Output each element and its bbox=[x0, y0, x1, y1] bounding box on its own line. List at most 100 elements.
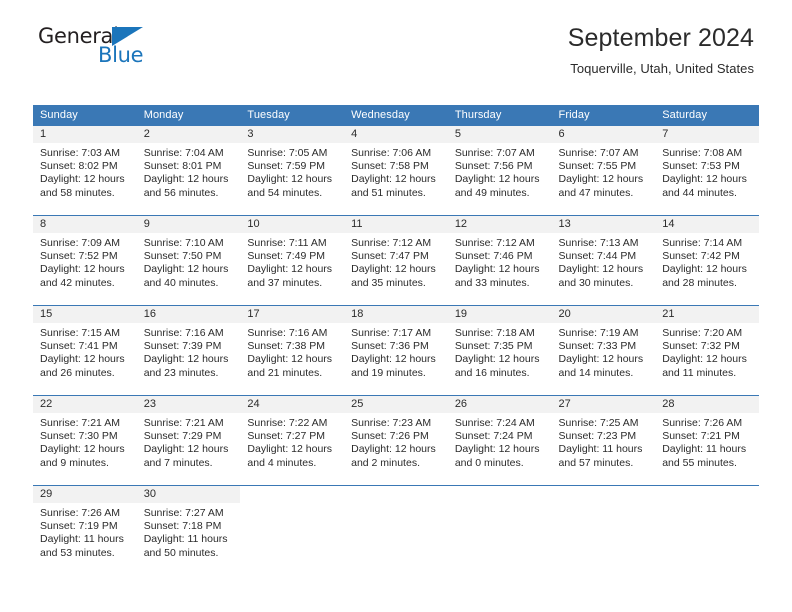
day-cell-inner: 5 Sunrise: 7:07 AM Sunset: 7:56 PM Daylight… bbox=[447, 126, 552, 215]
day-cell-inner bbox=[240, 486, 344, 575]
calendar-day-cell[interactable]: 20 Sunrise: 7:19 AM Sunset: 7:33 PM Dayligh… bbox=[551, 305, 656, 396]
day-number: 5 bbox=[447, 126, 552, 143]
day-cell-inner bbox=[448, 486, 552, 575]
weekday-header-saturday: Saturday bbox=[655, 105, 759, 126]
day-cell-inner: 13 Sunrise: 7:13 AM Sunset: 7:44 PM Dayligh… bbox=[551, 216, 656, 305]
sunset-text: Sunset: 7:53 PM bbox=[662, 160, 740, 173]
calendar-day-cell[interactable]: 22 Sunrise: 7:21 AM Sunset: 7:30 PM Dayligh… bbox=[33, 395, 137, 486]
daylight-text: Daylight: 11 hours and 55 minutes. bbox=[662, 443, 747, 469]
calendar-day-cell[interactable]: 15 Sunrise: 7:15 AM Sunset: 7:41 PM Dayligh… bbox=[33, 305, 137, 396]
calendar-day-cell[interactable]: 7 Sunrise: 7:08 AM Sunset: 7:53 PM Daylight… bbox=[655, 126, 759, 216]
calendar-day-cell[interactable]: 12 Sunrise: 7:12 AM Sunset: 7:46 PM Dayligh… bbox=[447, 215, 552, 306]
sunrise-text: Sunrise: 7:11 AM bbox=[247, 237, 327, 249]
daylight-text: Daylight: 12 hours and 2 minutes. bbox=[351, 443, 436, 469]
sunset-text: Sunset: 7:56 PM bbox=[454, 160, 533, 173]
sunset-text: Sunset: 7:49 PM bbox=[247, 250, 326, 263]
sunset-text: Sunset: 7:18 PM bbox=[143, 520, 222, 533]
sunset-text: Sunset: 7:58 PM bbox=[351, 160, 429, 173]
day-number: 29 bbox=[33, 486, 137, 503]
day-number: 25 bbox=[344, 396, 448, 413]
day-details: Sunrise: 7:21 AM Sunset: 7:29 PM Daylight:… bbox=[137, 413, 241, 470]
day-details bbox=[240, 503, 344, 507]
day-details bbox=[344, 503, 448, 507]
calendar-day-cell[interactable]: 3 Sunrise: 7:05 AM Sunset: 7:59 PM Daylight… bbox=[240, 126, 345, 216]
weekday-header-friday: Friday bbox=[551, 105, 656, 126]
sunset-text: Sunset: 7:55 PM bbox=[558, 160, 637, 173]
day-number: 7 bbox=[655, 126, 759, 143]
calendar-day-cell[interactable]: 13 Sunrise: 7:13 AM Sunset: 7:44 PM Dayligh… bbox=[551, 215, 656, 306]
calendar-day-cell[interactable]: 19 Sunrise: 7:18 AM Sunset: 7:35 PM Dayligh… bbox=[447, 305, 552, 396]
calendar-day-cell[interactable]: 5 Sunrise: 7:07 AM Sunset: 7:56 PM Daylight… bbox=[447, 126, 552, 216]
sunset-text: Sunset: 7:33 PM bbox=[558, 340, 637, 353]
day-details: Sunrise: 7:04 AM Sunset: 8:01 PM Daylight:… bbox=[137, 143, 241, 200]
day-details: Sunrise: 7:06 AM Sunset: 7:58 PM Daylight:… bbox=[344, 143, 448, 200]
sunset-text: Sunset: 7:29 PM bbox=[143, 430, 222, 443]
day-details: Sunrise: 7:05 AM Sunset: 7:59 PM Daylight:… bbox=[240, 143, 344, 200]
day-cell-inner: 18 Sunrise: 7:17 AM Sunset: 7:36 PM Dayligh… bbox=[344, 306, 448, 395]
daylight-text: Daylight: 12 hours and 0 minutes. bbox=[454, 443, 540, 469]
calendar-day-cell[interactable]: 11 Sunrise: 7:12 AM Sunset: 7:47 PM Dayligh… bbox=[344, 215, 448, 306]
day-details: Sunrise: 7:08 AM Sunset: 7:53 PM Daylight:… bbox=[655, 143, 759, 200]
day-number: 15 bbox=[33, 306, 137, 323]
sunrise-text: Sunrise: 7:16 AM bbox=[143, 327, 224, 339]
weekday-header-monday: Monday bbox=[136, 105, 241, 126]
daylight-text: Daylight: 12 hours and 54 minutes. bbox=[247, 173, 333, 199]
sunset-text: Sunset: 7:26 PM bbox=[351, 430, 429, 443]
sunrise-text: Sunrise: 7:16 AM bbox=[247, 327, 328, 339]
day-cell-inner: 29 Sunrise: 7:26 AM Sunset: 7:19 PM Dayligh… bbox=[33, 486, 137, 575]
calendar-day-cell[interactable]: 18 Sunrise: 7:17 AM Sunset: 7:36 PM Dayligh… bbox=[344, 305, 448, 396]
day-number: 12 bbox=[447, 216, 552, 233]
day-number: 17 bbox=[240, 306, 345, 323]
calendar-day-cell[interactable]: 26 Sunrise: 7:24 AM Sunset: 7:24 PM Dayligh… bbox=[447, 395, 552, 486]
calendar-day-cell[interactable]: 6 Sunrise: 7:07 AM Sunset: 7:55 PM Daylight… bbox=[551, 126, 656, 216]
day-number: 23 bbox=[136, 396, 241, 413]
calendar-day-cell[interactable]: 8 Sunrise: 7:09 AM Sunset: 7:52 PM Daylight… bbox=[33, 215, 137, 306]
day-details: Sunrise: 7:27 AM Sunset: 7:18 PM Daylight:… bbox=[137, 503, 241, 560]
day-number: 11 bbox=[344, 216, 448, 233]
day-cell-inner: 19 Sunrise: 7:18 AM Sunset: 7:35 PM Dayligh… bbox=[447, 306, 552, 395]
calendar-day-cell[interactable]: 10 Sunrise: 7:11 AM Sunset: 7:49 PM Dayligh… bbox=[240, 215, 345, 306]
daylight-text: Daylight: 12 hours and 28 minutes. bbox=[662, 263, 747, 289]
calendar-day-cell[interactable]: 21 Sunrise: 7:20 AM Sunset: 7:32 PM Dayligh… bbox=[655, 305, 759, 396]
daylight-text: Daylight: 11 hours and 57 minutes. bbox=[558, 443, 643, 469]
day-cell-inner: 23 Sunrise: 7:21 AM Sunset: 7:29 PM Dayligh… bbox=[136, 396, 241, 485]
day-number: 18 bbox=[344, 306, 448, 323]
calendar-day-cell[interactable]: 2 Sunrise: 7:04 AM Sunset: 8:01 PM Daylight… bbox=[136, 126, 241, 216]
calendar-day-cell[interactable]: 30 Sunrise: 7:27 AM Sunset: 7:18 PM Dayligh… bbox=[136, 485, 241, 575]
daylight-text: Daylight: 12 hours and 33 minutes. bbox=[454, 263, 540, 289]
day-number: 27 bbox=[551, 396, 656, 413]
sunrise-text: Sunrise: 7:10 AM bbox=[143, 237, 224, 249]
day-cell-inner: 16 Sunrise: 7:16 AM Sunset: 7:39 PM Dayligh… bbox=[136, 306, 241, 395]
calendar-day-cell[interactable]: 14 Sunrise: 7:14 AM Sunset: 7:42 PM Dayligh… bbox=[655, 215, 759, 306]
calendar-day-cell[interactable]: 9 Sunrise: 7:10 AM Sunset: 7:50 PM Daylight… bbox=[136, 215, 241, 306]
calendar-week-row: 15 Sunrise: 7:15 AM Sunset: 7:41 PM Dayligh… bbox=[33, 305, 759, 396]
sunset-text: Sunset: 7:19 PM bbox=[40, 520, 118, 533]
calendar-day-cell[interactable]: 17 Sunrise: 7:16 AM Sunset: 7:38 PM Dayligh… bbox=[240, 305, 345, 396]
calendar-day-cell[interactable]: 24 Sunrise: 7:22 AM Sunset: 7:27 PM Dayligh… bbox=[240, 395, 345, 486]
calendar-day-cell[interactable]: 27 Sunrise: 7:25 AM Sunset: 7:23 PM Dayligh… bbox=[551, 395, 656, 486]
page-header: General Blue September 2024 Toquerville,… bbox=[33, 0, 759, 76]
calendar-empty-cell bbox=[344, 485, 448, 575]
calendar-day-cell[interactable]: 28 Sunrise: 7:26 AM Sunset: 7:21 PM Dayligh… bbox=[655, 395, 759, 486]
day-cell-inner: 20 Sunrise: 7:19 AM Sunset: 7:33 PM Dayligh… bbox=[551, 306, 656, 395]
calendar-day-cell[interactable]: 29 Sunrise: 7:26 AM Sunset: 7:19 PM Dayligh… bbox=[33, 485, 137, 575]
sunrise-text: Sunrise: 7:06 AM bbox=[351, 147, 432, 159]
daylight-text: Daylight: 12 hours and 19 minutes. bbox=[351, 353, 436, 379]
sunset-text: Sunset: 7:38 PM bbox=[247, 340, 326, 353]
day-details: Sunrise: 7:24 AM Sunset: 7:24 PM Daylight:… bbox=[448, 413, 552, 470]
day-number: 2 bbox=[136, 126, 241, 143]
calendar-day-cell[interactable]: 16 Sunrise: 7:16 AM Sunset: 7:39 PM Dayligh… bbox=[136, 305, 241, 396]
calendar-empty-cell bbox=[655, 485, 759, 575]
calendar-day-cell[interactable]: 25 Sunrise: 7:23 AM Sunset: 7:26 PM Dayligh… bbox=[344, 395, 448, 486]
calendar-day-cell[interactable]: 1 Sunrise: 7:03 AM Sunset: 8:02 PM Daylight… bbox=[33, 126, 137, 216]
sunset-text: Sunset: 7:59 PM bbox=[247, 160, 326, 173]
day-cell-inner: 15 Sunrise: 7:15 AM Sunset: 7:41 PM Dayligh… bbox=[33, 306, 137, 395]
calendar-day-cell[interactable]: 23 Sunrise: 7:21 AM Sunset: 7:29 PM Dayligh… bbox=[136, 395, 241, 486]
day-details: Sunrise: 7:22 AM Sunset: 7:27 PM Daylight:… bbox=[240, 413, 344, 470]
calendar-day-cell[interactable]: 4 Sunrise: 7:06 AM Sunset: 7:58 PM Daylight… bbox=[344, 126, 448, 216]
day-cell-inner: 28 Sunrise: 7:26 AM Sunset: 7:21 PM Dayligh… bbox=[655, 396, 759, 485]
calendar-empty-cell bbox=[240, 485, 345, 575]
day-number: 9 bbox=[136, 216, 241, 233]
sunrise-text: Sunrise: 7:17 AM bbox=[351, 327, 432, 339]
sunset-text: Sunset: 7:27 PM bbox=[247, 430, 326, 443]
